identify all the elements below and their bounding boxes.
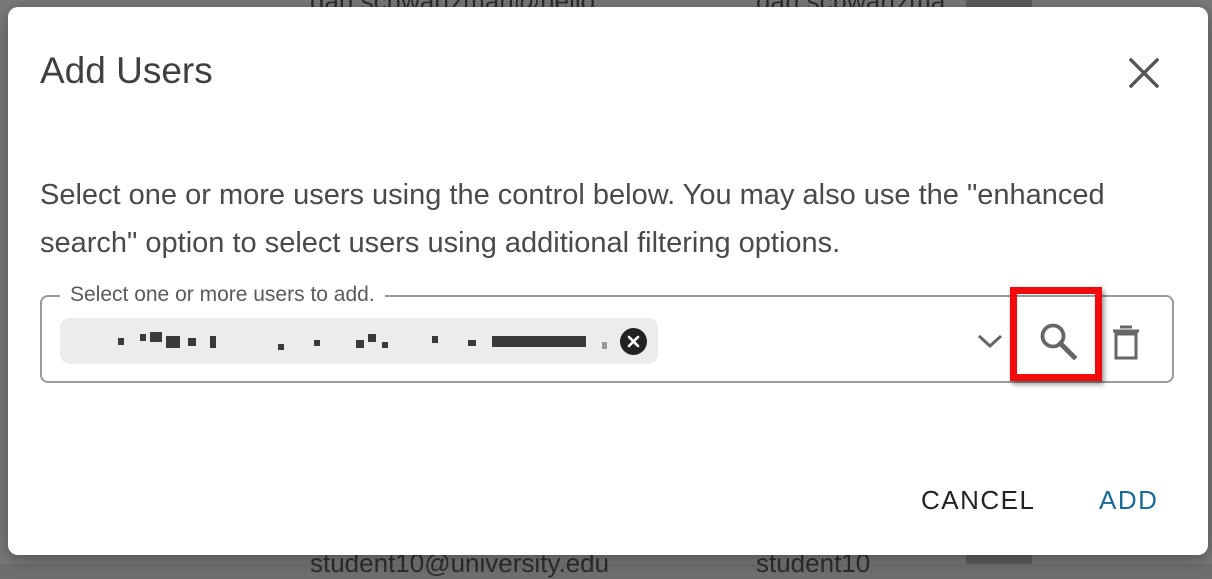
close-icon [1129, 58, 1159, 88]
remove-chip-button[interactable] [620, 328, 647, 355]
clear-selection-button[interactable] [1104, 319, 1148, 365]
user-select-field[interactable]: Select one or more users to add. [40, 280, 1174, 383]
add-users-dialog: Add Users Select one or more users using… [8, 7, 1208, 555]
chevron-down-icon [977, 334, 1003, 349]
selected-user-chip[interactable] [60, 318, 658, 364]
cancel-circle-icon [627, 335, 640, 348]
close-button[interactable] [1124, 53, 1164, 93]
dropdown-toggle-button[interactable] [970, 323, 1010, 359]
trash-icon [1113, 325, 1139, 360]
cancel-button[interactable]: CANCEL [921, 485, 1035, 516]
selected-user-chip-text [84, 332, 607, 350]
user-select-label: Select one or more users to add. [60, 280, 385, 310]
dialog-description: Select one or more users using the contr… [40, 179, 1105, 259]
dialog-title: Add Users [40, 50, 213, 91]
search-highlight-annotation [1010, 287, 1102, 381]
add-button[interactable]: ADD [1099, 485, 1158, 516]
